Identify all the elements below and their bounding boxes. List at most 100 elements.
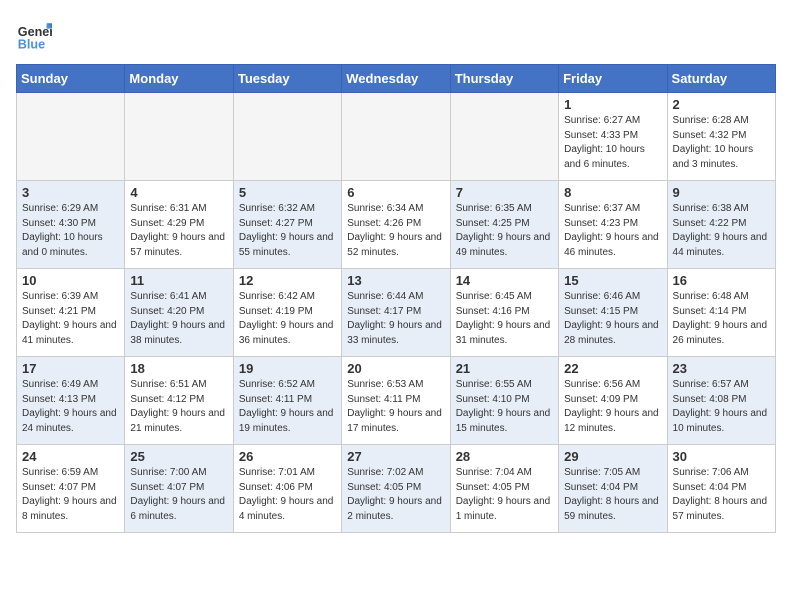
calendar-week-row: 17Sunrise: 6:49 AMSunset: 4:13 PMDayligh… — [17, 357, 776, 445]
day-number: 9 — [673, 185, 770, 200]
day-info: Sunrise: 6:39 AMSunset: 4:21 PMDaylight:… — [22, 290, 119, 348]
calendar-cell: 23 Sunrise: 6:57 AMSunset: 4:08 PMDayligh… — [667, 357, 775, 445]
day-info: Sunrise: 6:44 AMSunset: 4:17 PMDaylight:… — [347, 290, 444, 348]
calendar-cell: 5 Sunrise: 6:32 AMSunset: 4:27 PMDaylight… — [233, 181, 341, 269]
svg-text:Blue: Blue — [18, 37, 45, 51]
calendar-cell: 6 Sunrise: 6:34 AMSunset: 4:26 PMDaylight… — [342, 181, 450, 269]
calendar-cell: 18 Sunrise: 6:51 AMSunset: 4:12 PMDayligh… — [125, 357, 233, 445]
day-number: 15 — [564, 273, 661, 288]
calendar-week-row: 10 Sunrise: 6:39 AMSunset: 4:21 PMDayligh… — [17, 269, 776, 357]
calendar-header-monday: Monday — [125, 65, 233, 93]
page-header: General Blue — [16, 16, 776, 52]
day-number: 11 — [130, 273, 227, 288]
day-number: 28 — [456, 449, 553, 464]
day-number: 16 — [673, 273, 770, 288]
day-number: 10 — [22, 273, 119, 288]
day-number: 23 — [673, 361, 770, 376]
calendar-cell — [342, 93, 450, 181]
day-info: Sunrise: 6:53 AMSunset: 4:11 PMDaylight:… — [347, 378, 444, 436]
calendar-header-saturday: Saturday — [667, 65, 775, 93]
day-info: Sunrise: 6:34 AMSunset: 4:26 PMDaylight:… — [347, 202, 444, 260]
day-info: Sunrise: 6:42 AMSunset: 4:19 PMDaylight:… — [239, 290, 336, 348]
day-info: Sunrise: 6:51 AMSunset: 4:12 PMDaylight:… — [130, 378, 227, 436]
calendar-cell: 14 Sunrise: 6:45 AMSunset: 4:16 PMDayligh… — [450, 269, 558, 357]
day-info: Sunrise: 7:01 AMSunset: 4:06 PMDaylight:… — [239, 466, 336, 524]
day-info: Sunrise: 6:31 AMSunset: 4:29 PMDaylight:… — [130, 202, 227, 260]
day-info: Sunrise: 7:05 AMSunset: 4:04 PMDaylight:… — [564, 466, 661, 524]
calendar-cell: 30 Sunrise: 7:06 AMSunset: 4:04 PMDayligh… — [667, 445, 775, 533]
day-info: Sunrise: 6:55 AMSunset: 4:10 PMDaylight:… — [456, 378, 553, 436]
day-number: 2 — [673, 97, 770, 112]
logo-icon: General Blue — [16, 16, 52, 52]
day-info: Sunrise: 6:56 AMSunset: 4:09 PMDaylight:… — [564, 378, 661, 436]
calendar-cell: 11 Sunrise: 6:41 AMSunset: 4:20 PMDayligh… — [125, 269, 233, 357]
day-info: Sunrise: 6:52 AMSunset: 4:11 PMDaylight:… — [239, 378, 336, 436]
day-info: Sunrise: 6:32 AMSunset: 4:27 PMDaylight:… — [239, 202, 336, 260]
day-number: 13 — [347, 273, 444, 288]
day-number: 25 — [130, 449, 227, 464]
calendar-cell: 20 Sunrise: 6:53 AMSunset: 4:11 PMDayligh… — [342, 357, 450, 445]
day-info: Sunrise: 6:46 AMSunset: 4:15 PMDaylight:… — [564, 290, 661, 348]
calendar-header-tuesday: Tuesday — [233, 65, 341, 93]
day-info: Sunrise: 6:57 AMSunset: 4:08 PMDaylight:… — [673, 378, 770, 436]
calendar-week-row: 3 Sunrise: 6:29 AMSunset: 4:30 PMDaylight… — [17, 181, 776, 269]
day-info: Sunrise: 6:48 AMSunset: 4:14 PMDaylight:… — [673, 290, 770, 348]
calendar-cell: 9 Sunrise: 6:38 AMSunset: 4:22 PMDaylight… — [667, 181, 775, 269]
calendar-header-wednesday: Wednesday — [342, 65, 450, 93]
day-number: 1 — [564, 97, 661, 112]
calendar-cell: 28 Sunrise: 7:04 AMSunset: 4:05 PMDayligh… — [450, 445, 558, 533]
calendar-cell: 7 Sunrise: 6:35 AMSunset: 4:25 PMDaylight… — [450, 181, 558, 269]
day-number: 29 — [564, 449, 661, 464]
calendar-cell: 3 Sunrise: 6:29 AMSunset: 4:30 PMDaylight… — [17, 181, 125, 269]
day-number: 20 — [347, 361, 444, 376]
calendar-cell: 12 Sunrise: 6:42 AMSunset: 4:19 PMDayligh… — [233, 269, 341, 357]
day-number: 22 — [564, 361, 661, 376]
day-number: 18 — [130, 361, 227, 376]
day-number: 30 — [673, 449, 770, 464]
day-number: 3 — [22, 185, 119, 200]
calendar-cell: 15 Sunrise: 6:46 AMSunset: 4:15 PMDayligh… — [559, 269, 667, 357]
calendar-cell: 27Sunrise: 7:02 AMSunset: 4:05 PMDayligh… — [342, 445, 450, 533]
day-number: 5 — [239, 185, 336, 200]
calendar-header-row: SundayMondayTuesdayWednesdayThursdayFrid… — [17, 65, 776, 93]
calendar-cell: 10 Sunrise: 6:39 AMSunset: 4:21 PMDayligh… — [17, 269, 125, 357]
day-info: Sunrise: 6:37 AMSunset: 4:23 PMDaylight:… — [564, 202, 661, 260]
day-info: Sunrise: 6:29 AMSunset: 4:30 PMDaylight:… — [22, 202, 119, 260]
calendar-cell: 19 Sunrise: 6:52 AMSunset: 4:11 PMDayligh… — [233, 357, 341, 445]
day-number: 26 — [239, 449, 336, 464]
day-info: Sunrise: 6:45 AMSunset: 4:16 PMDaylight:… — [456, 290, 553, 348]
calendar-table: SundayMondayTuesdayWednesdayThursdayFrid… — [16, 64, 776, 533]
day-info: Sunrise: 7:02 AMSunset: 4:05 PMDaylight:… — [347, 466, 444, 524]
day-info: Sunrise: 7:04 AMSunset: 4:05 PMDaylight:… — [456, 466, 553, 524]
day-number: 8 — [564, 185, 661, 200]
calendar-cell: 1 Sunrise: 6:27 AMSunset: 4:33 PMDaylight… — [559, 93, 667, 181]
day-number: 17 — [22, 361, 119, 376]
day-info: Sunrise: 6:41 AMSunset: 4:20 PMDaylight:… — [130, 290, 227, 348]
calendar-cell: 26 Sunrise: 7:01 AMSunset: 4:06 PMDayligh… — [233, 445, 341, 533]
calendar-cell — [450, 93, 558, 181]
day-number: 21 — [456, 361, 553, 376]
calendar-cell: 25 Sunrise: 7:00 AMSunset: 4:07 PMDayligh… — [125, 445, 233, 533]
calendar-cell — [233, 93, 341, 181]
calendar-cell: 13 Sunrise: 6:44 AMSunset: 4:17 PMDayligh… — [342, 269, 450, 357]
day-info: Sunrise: 7:06 AMSunset: 4:04 PMDaylight:… — [673, 466, 770, 524]
day-info: Sunrise: 6:28 AMSunset: 4:32 PMDaylight:… — [673, 114, 770, 172]
calendar-week-row: 1 Sunrise: 6:27 AMSunset: 4:33 PMDaylight… — [17, 93, 776, 181]
calendar-cell: 29 Sunrise: 7:05 AMSunset: 4:04 PMDayligh… — [559, 445, 667, 533]
day-number: 6 — [347, 185, 444, 200]
day-info: Sunrise: 7:00 AMSunset: 4:07 PMDaylight:… — [130, 466, 227, 524]
day-number: 12 — [239, 273, 336, 288]
calendar-cell — [125, 93, 233, 181]
calendar-cell: 2 Sunrise: 6:28 AMSunset: 4:32 PMDaylight… — [667, 93, 775, 181]
day-number: 19 — [239, 361, 336, 376]
day-info: Sunrise: 6:38 AMSunset: 4:22 PMDaylight:… — [673, 202, 770, 260]
day-number: 14 — [456, 273, 553, 288]
day-info: Sunrise: 6:35 AMSunset: 4:25 PMDaylight:… — [456, 202, 553, 260]
calendar-week-row: 24Sunrise: 6:59 AMSunset: 4:07 PMDayligh… — [17, 445, 776, 533]
day-info: Sunrise: 6:27 AMSunset: 4:33 PMDaylight:… — [564, 114, 661, 172]
day-number: 7 — [456, 185, 553, 200]
calendar-cell: 4 Sunrise: 6:31 AMSunset: 4:29 PMDaylight… — [125, 181, 233, 269]
calendar-cell: 17Sunrise: 6:49 AMSunset: 4:13 PMDayligh… — [17, 357, 125, 445]
day-number: 4 — [130, 185, 227, 200]
calendar-header-thursday: Thursday — [450, 65, 558, 93]
